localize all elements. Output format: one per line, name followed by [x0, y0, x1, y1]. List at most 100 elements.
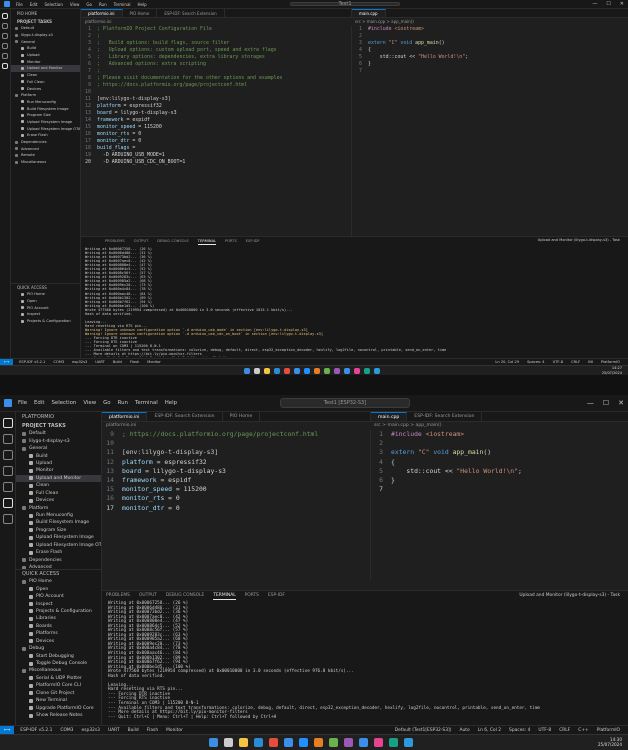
menu-item-file[interactable]: File	[18, 400, 27, 406]
menu-item-view[interactable]: View	[83, 400, 96, 406]
tree-item[interactable]: Full Clean	[11, 79, 80, 86]
tree-item[interactable]: Monitor	[16, 467, 101, 474]
tree-item[interactable]: Upload and Monitor	[11, 65, 80, 72]
app-icon[interactable]	[314, 367, 320, 374]
panel-tab-esp-idf[interactable]: ESP-IDF	[268, 591, 285, 600]
menu-item-file[interactable]: File	[16, 2, 23, 7]
app-icon[interactable]	[314, 738, 323, 747]
quick-access-item[interactable]: New Terminal	[16, 697, 101, 704]
quick-access-item[interactable]: PlatformIO Core CLI	[16, 682, 101, 689]
platformio-icon[interactable]	[2, 63, 8, 69]
tree-item[interactable]: Platform	[11, 92, 80, 99]
status-item[interactable]: COM3	[60, 728, 73, 733]
extensions-icon[interactable]	[2, 53, 8, 59]
tree-item[interactable]: Clean	[11, 72, 80, 79]
tree-item[interactable]: Program Size	[16, 527, 101, 534]
minimize-icon[interactable]: —	[592, 1, 597, 7]
editor-tab[interactable]: PIO Home	[123, 9, 158, 17]
esp-idf-icon[interactable]	[2, 514, 13, 524]
status-item[interactable]: Build	[128, 728, 139, 733]
search-icon[interactable]	[224, 738, 233, 747]
tree-item[interactable]: Upload	[16, 460, 101, 467]
panel-tab-output[interactable]: OUTPUT	[134, 237, 149, 245]
quick-access-item[interactable]: Clone Git Project	[16, 690, 101, 697]
app-icon[interactable]	[269, 738, 278, 747]
panel-tab-debug-console[interactable]: DEBUG CONSOLE	[157, 237, 188, 245]
status-item[interactable]: CRLF	[559, 728, 570, 733]
status-item[interactable]: Ln 6, Col 2	[478, 728, 501, 733]
vscode-icon[interactable]	[284, 738, 293, 747]
section-quick-access[interactable]: QUICK ACCESS	[16, 569, 101, 577]
editor-tab[interactable]: PIO Home	[223, 412, 261, 421]
tree-item[interactable]: Miscellaneous	[11, 159, 80, 166]
status-item[interactable]: Build	[113, 360, 122, 364]
app-icon[interactable]	[344, 738, 353, 747]
tree-item[interactable]: Build	[11, 45, 80, 52]
status-item[interactable]: CRLF	[571, 360, 580, 364]
status-item[interactable]: ESP-IDF v5.2.1	[19, 360, 45, 364]
file-explorer-icon[interactable]	[239, 738, 248, 747]
status-item[interactable]: Flash	[147, 728, 159, 733]
status-item[interactable]: Monitor	[166, 728, 183, 733]
editor-tab[interactable]: ESP-IDF: Search Extension	[157, 9, 225, 17]
maximize-icon[interactable]: ☐	[603, 399, 609, 407]
tree-item[interactable]: lilygo-t-display-s3	[16, 437, 101, 444]
tree-item[interactable]: Build	[16, 452, 101, 459]
status-item[interactable]: ESP-IDF v5.2.1	[20, 728, 52, 733]
panel-tab-output[interactable]: OUTPUT	[139, 591, 157, 600]
menu-item-run[interactable]: Run	[99, 2, 107, 7]
tree-item[interactable]: Program Size	[11, 112, 80, 119]
file-explorer-icon[interactable]	[264, 367, 270, 374]
quick-access-item[interactable]: Boards	[16, 623, 101, 630]
search-icon[interactable]	[2, 23, 8, 29]
command-center-search[interactable]: Test1 [ESP32-S3]	[280, 398, 410, 408]
tree-item[interactable]: Platform	[16, 504, 101, 511]
app-icon[interactable]	[344, 367, 350, 374]
status-item[interactable]: UART	[95, 360, 105, 364]
editor-main-cpp[interactable]: 1 #include <iostream> 2 3 extern "C" void ap…	[370, 430, 628, 580]
app-icon[interactable]	[284, 367, 290, 374]
quick-access-item[interactable]: Projects & Configuration	[16, 608, 101, 615]
editor-tab[interactable]: main.cpp	[352, 9, 386, 17]
run-debug-icon[interactable]	[2, 43, 8, 49]
tree-item[interactable]: Default	[16, 430, 101, 437]
quick-access-item[interactable]: Toggle Debug Console	[16, 660, 101, 667]
run-debug-icon[interactable]	[2, 466, 13, 476]
start-icon[interactable]	[244, 367, 250, 374]
tree-item[interactable]: Default	[11, 25, 80, 32]
start-icon[interactable]	[209, 738, 218, 747]
quick-access-item[interactable]: Platforms	[16, 630, 101, 637]
close-icon[interactable]: ✕	[620, 1, 624, 7]
editor-tab[interactable]: ESP-IDF: Search Extension	[407, 412, 483, 421]
tree-item[interactable]: Devices	[16, 497, 101, 504]
app-icon[interactable]	[374, 367, 380, 374]
status-item[interactable]: UTF-8	[538, 728, 551, 733]
editor-tab[interactable]: platformio.ini	[81, 9, 123, 17]
quick-access-item[interactable]: Upgrade PlatformIO Core	[16, 704, 101, 711]
status-item[interactable]: Spaces: 4	[527, 360, 544, 364]
panel-tab-debug-console[interactable]: DEBUG CONSOLE	[166, 591, 204, 600]
taskbar-clock[interactable]: 14:30 25/07/2024	[598, 737, 622, 748]
extensions-icon[interactable]	[2, 482, 13, 492]
app-icon[interactable]	[324, 367, 330, 374]
menu-item-view[interactable]: View	[70, 2, 80, 7]
vscode-icon[interactable]	[294, 367, 300, 374]
section-project-tasks[interactable]: PROJECT TASKS	[11, 18, 80, 25]
tree-item[interactable]: Upload Filesystem Image OTA	[11, 125, 80, 132]
app-icon[interactable]	[374, 738, 383, 747]
quick-access-item[interactable]: Inspect	[16, 600, 101, 607]
quick-access-item[interactable]: PIO Home	[16, 578, 101, 585]
tree-item[interactable]: Remote	[11, 152, 80, 159]
menu-item-edit[interactable]: Edit	[30, 2, 38, 7]
app-icon[interactable]	[364, 367, 370, 374]
terminal-task-label[interactable]: Upload and Monitor (lilygo-t-display-s3)…	[538, 238, 620, 242]
platformio-icon[interactable]	[2, 498, 13, 508]
editor-platformio-ini[interactable]: 9 ; https://docs.platformio.org/page/proj…	[102, 430, 370, 580]
section-quick-access[interactable]: QUICK ACCESS	[11, 283, 80, 290]
panel-tab-terminal[interactable]: TERMINAL	[197, 237, 217, 245]
panel-tab-esp-idf[interactable]: ESP-IDF	[246, 237, 260, 245]
app-icon[interactable]	[389, 738, 398, 747]
source-control-icon[interactable]	[2, 450, 13, 460]
tree-item[interactable]: Advanced	[11, 145, 80, 152]
status-item[interactable]: COM3	[53, 360, 64, 364]
